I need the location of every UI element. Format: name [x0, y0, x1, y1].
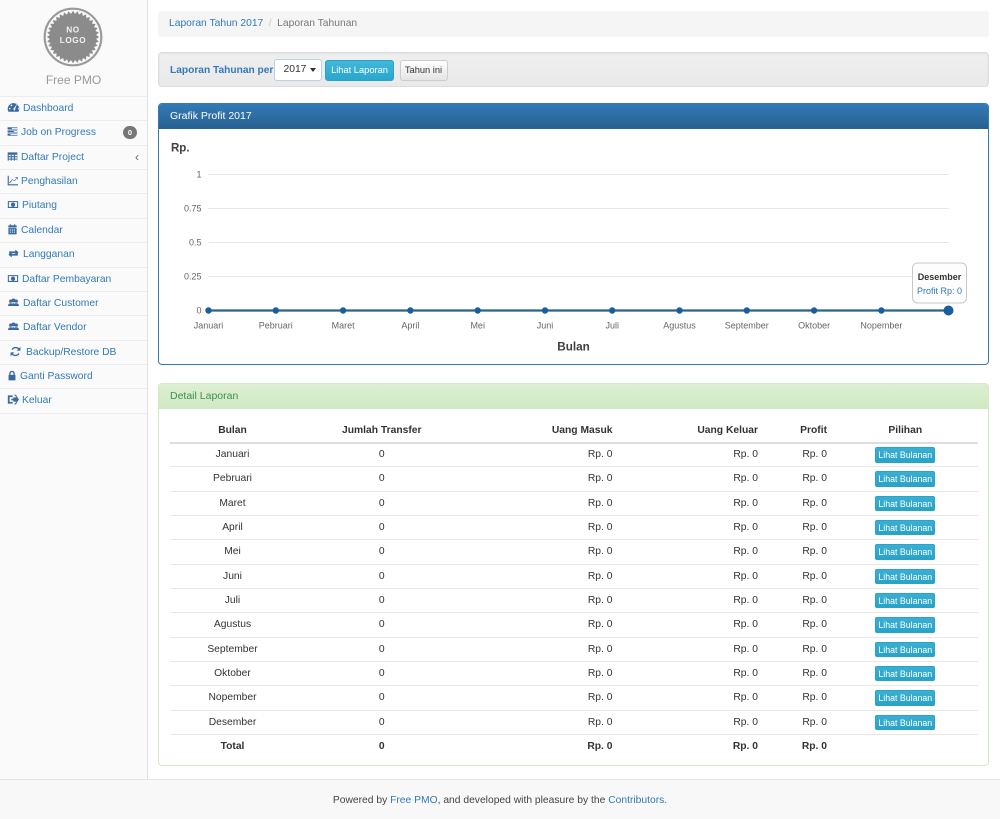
svg-text:Maret: Maret	[332, 321, 356, 331]
svg-text:Profit Rp: 0: Profit Rp: 0	[917, 286, 962, 296]
svg-text:April: April	[401, 321, 419, 331]
svg-text:Januari: Januari	[194, 321, 224, 331]
svg-text:Desember: Desember	[918, 272, 962, 282]
svg-text:1: 1	[196, 170, 201, 180]
svg-text:Juni: Juni	[537, 321, 554, 331]
svg-text:0.75: 0.75	[184, 204, 202, 214]
svg-text:Bulan: Bulan	[557, 341, 589, 354]
svg-text:0.5: 0.5	[189, 238, 202, 248]
svg-text:Nopember: Nopember	[860, 321, 902, 331]
svg-text:Juli: Juli	[605, 321, 619, 331]
svg-text:0: 0	[196, 306, 201, 316]
svg-text:Oktober: Oktober	[798, 321, 830, 331]
svg-text:NO: NO	[66, 26, 80, 35]
svg-text:0.25: 0.25	[184, 272, 202, 282]
svg-text:Agustus: Agustus	[663, 321, 696, 331]
svg-text:Rp.: Rp.	[171, 143, 190, 155]
svg-text:Mei: Mei	[470, 321, 485, 331]
svg-text:LOGO: LOGO	[60, 36, 87, 45]
svg-text:September: September	[725, 321, 769, 331]
svg-text:Pebruari: Pebruari	[259, 321, 293, 331]
